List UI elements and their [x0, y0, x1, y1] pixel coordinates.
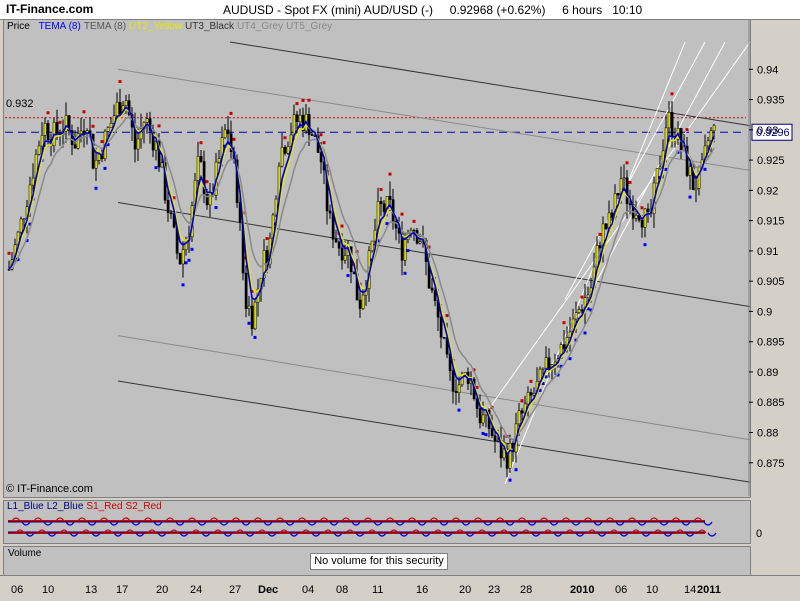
indicator-legend-item: S2_Red [125, 501, 162, 512]
y-tick-label: 0.935 [757, 95, 785, 107]
clock-time: 10:10 [612, 3, 643, 17]
x-tick-label: 2010 [570, 584, 595, 596]
legend-item: TEMA (8) [83, 21, 127, 32]
x-tick-label: 17 [116, 584, 129, 596]
y-axis: 0.875 0.88 0.885 0.89 0.895 0.9 0.905 0.91 0.915… [748, 20, 785, 496]
x-axis: 06 10 13 17 20 24 27 Dec 04 08 11 16 20 23 28 2010 06 10 1… [0, 575, 800, 601]
x-tick-label: 04 [302, 584, 315, 596]
x-tick-label: 23 [488, 584, 501, 596]
price-legend: Price TEMA (8) TEMA (8) UT2_Yellow UT3_Blac… [4, 21, 332, 34]
site-name: IT-Finance.com [6, 2, 94, 16]
y-tick-label: 0.9 [757, 306, 772, 318]
y-tick-label: 0.92 [757, 185, 778, 197]
legend-item: UT5_Grey [286, 21, 333, 32]
price-panel[interactable]: Price TEMA (8) TEMA (8) UT2_Yellow UT3_Blac… [3, 19, 751, 498]
legend-item: UT4_Grey [236, 21, 284, 32]
y-tick-label: 0.93 [757, 125, 778, 137]
x-tick-label: Dec [258, 584, 279, 596]
x-tick-label: 20 [156, 584, 169, 596]
volume-panel-label: Volume [8, 548, 42, 559]
y-tick-label: 0.885 [757, 397, 785, 409]
x-tick-label: 28 [520, 584, 533, 596]
y-tick-label: 0.94 [757, 64, 778, 76]
x-tick-label: 2011 [697, 584, 721, 596]
y-tick-label: 0.915 [757, 216, 785, 228]
y-tick-label: 0.905 [757, 276, 785, 288]
x-tick-label: 14 [684, 584, 697, 596]
x-tick-label: 20 [459, 584, 472, 596]
indicator-legend-item: L2_Blue [46, 501, 84, 512]
indicator-zero-label: 0 [756, 528, 763, 540]
no-volume-message: No volume for this security [310, 553, 448, 570]
x-tick-label: 24 [190, 584, 203, 596]
y-tick-label: 0.88 [757, 427, 778, 439]
x-tick-label: 11 [372, 584, 384, 596]
legend-item: TEMA (8) [38, 21, 81, 32]
watermark: © IT-Finance.com [6, 483, 93, 495]
red-level-label: 0.932 [6, 98, 34, 110]
instrument-header: AUDUSD - Spot FX (mini) AUD/USD (-) 0.92… [223, 3, 642, 17]
x-tick-label: 13 [85, 584, 98, 596]
x-tick-label: 06 [615, 584, 628, 596]
y-tick-label: 0.875 [757, 458, 785, 470]
indicator-panel-legend: L1_Blue L2_Blue S1_Red S2_Red [4, 501, 162, 514]
x-tick-label: 16 [416, 584, 429, 596]
last-price-box [751, 123, 793, 141]
title-bar: IT-Finance.com AUDUSD - Spot FX (mini) A… [0, 0, 800, 20]
timeframe: 6 hours [562, 3, 603, 17]
indicator-legend: TEMA (8) TEMA (8) UT2_Yellow UT3_Black UT4_G… [36, 21, 333, 32]
y-tick-label: 0.89 [757, 367, 778, 379]
legend-item: UT2_Yellow [129, 21, 183, 32]
x-tick-label: 10 [42, 584, 55, 596]
last-price-label: 0.9296 [756, 127, 790, 139]
x-tick-label: 10 [646, 584, 659, 596]
indicator-panel[interactable]: L1_Blue L2_Blue S1_Red S2_Red [3, 500, 751, 544]
y-tick-label: 0.925 [757, 155, 785, 167]
x-tick-label: 08 [336, 584, 349, 596]
x-tick-label: 27 [229, 584, 242, 596]
y-tick-label: 0.895 [757, 337, 785, 349]
indicator-legend-item: S1_Red [86, 501, 123, 512]
price-panel-label: Price [7, 21, 30, 32]
last-price: 0.92968 [449, 3, 494, 17]
y-tick-label: 0.91 [757, 246, 778, 258]
legend-item: UT3_Black [185, 21, 234, 32]
instrument-name: AUDUSD - Spot FX (mini) AUD/USD (-) [223, 3, 434, 17]
x-tick-label: 06 [11, 584, 24, 596]
price-change: (+0.62%) [496, 3, 546, 17]
indicator-legend-item: L1_Blue [7, 501, 44, 512]
